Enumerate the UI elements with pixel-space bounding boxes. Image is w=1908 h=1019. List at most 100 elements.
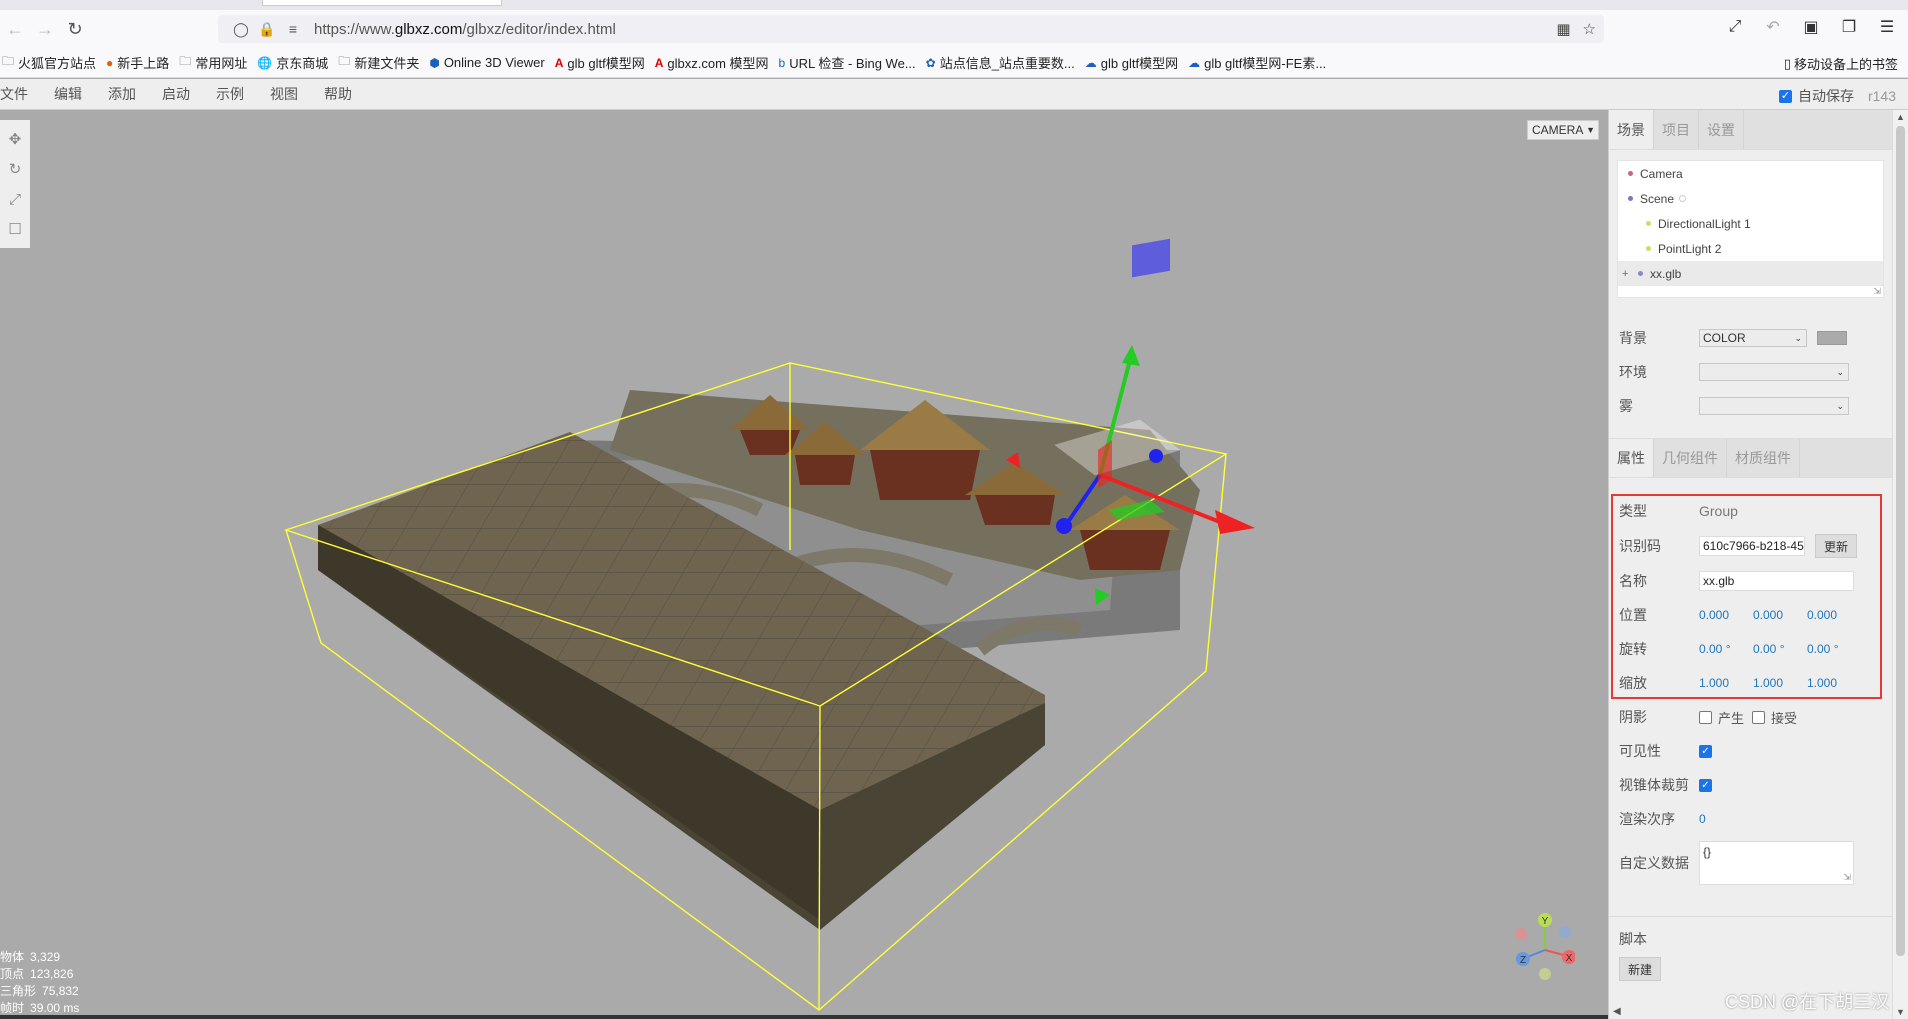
menu-file[interactable]: 文件: [0, 84, 28, 104]
script-divider: [1609, 916, 1892, 917]
screenshot-icon[interactable]: ⤢: [1722, 14, 1748, 40]
userdata-textarea[interactable]: {} ⇲: [1699, 841, 1854, 885]
scene-toggle-icon: [1679, 195, 1687, 202]
3d-viewport[interactable]: ✥ ↻ ⤢ ☐ CAMERA ▼ 物体 3,329 顶点 123,826 三角形 75…: [0, 110, 1608, 1017]
url-text[interactable]: https://www.glbxz.com/glbxz/editor/index…: [314, 21, 616, 38]
tab-scene[interactable]: 场景: [1609, 110, 1654, 149]
visible-checkbox[interactable]: ✓: [1699, 744, 1712, 758]
bookmark-item[interactable]: ⬢ Online 3D Viewer: [429, 55, 544, 70]
menu-help[interactable]: 帮助: [324, 84, 352, 104]
extensions-icon[interactable]: ❐: [1836, 14, 1862, 40]
tab-strip: [0, 0, 1908, 10]
scroll-left-icon[interactable]: ◀: [1613, 1006, 1621, 1017]
chevron-down-icon: ⌄: [1794, 332, 1802, 343]
tab-geometry[interactable]: 几何组件: [1654, 439, 1727, 477]
render-order-value[interactable]: 0: [1699, 812, 1753, 826]
bookmark-item[interactable]: Aglb gltf模型网: [555, 53, 645, 72]
menu-play[interactable]: 启动: [162, 84, 190, 104]
svg-text:X: X: [1566, 953, 1573, 964]
visible-row: 可见性 ✓: [1609, 737, 1892, 765]
scene-outliner[interactable]: Camera Scene DirectionalLight 1 PointLig…: [1617, 160, 1884, 298]
move-tool-icon[interactable]: ✥: [2, 124, 28, 154]
background-color-swatch[interactable]: [1817, 331, 1847, 345]
view-helper-gizmo[interactable]: Y X Z: [1505, 912, 1575, 982]
menu-view[interactable]: 视图: [270, 84, 298, 104]
scene-render[interactable]: [0, 110, 1608, 1017]
tab-settings[interactable]: 设置: [1699, 110, 1744, 149]
rotate-tool-icon[interactable]: ↻: [2, 154, 28, 184]
expand-icon[interactable]: +: [1622, 268, 1634, 280]
bookmark-item[interactable]: 🗀 新建文件夹: [338, 52, 419, 73]
qr-code-icon[interactable]: ▦: [1556, 20, 1570, 38]
bookmark-star-icon[interactable]: ☆: [1583, 20, 1596, 38]
back-icon[interactable]: ←: [0, 14, 30, 44]
scale-tool-icon[interactable]: ⤢: [2, 184, 28, 214]
fog-select[interactable]: ⌄: [1699, 397, 1849, 415]
menu-add[interactable]: 添加: [108, 84, 136, 104]
forward-icon[interactable]: →: [30, 14, 60, 44]
bookmark-item[interactable]: ☁ glb gltf模型网: [1085, 53, 1178, 72]
scroll-up-icon[interactable]: ▲: [1896, 112, 1905, 122]
bookmark-item[interactable]: Aglbxz.com 模型网: [655, 53, 769, 72]
bookmark-item[interactable]: 🗀 火狐官方站点: [2, 52, 96, 73]
autosave-checkbox[interactable]: ✓: [1778, 89, 1792, 103]
local-space-checkbox[interactable]: ☐: [2, 214, 28, 244]
shield-icon[interactable]: ◯: [228, 21, 254, 38]
environment-select[interactable]: ⌄: [1699, 363, 1849, 381]
horizontal-scrollbar[interactable]: [0, 1015, 1608, 1019]
svg-text:Z: Z: [1520, 955, 1526, 966]
outliner-item-directional-light[interactable]: DirectionalLight 1: [1618, 211, 1883, 236]
sidebar-tabs: 场景 项目 设置: [1609, 110, 1892, 150]
menu-examples[interactable]: 示例: [216, 84, 244, 104]
camera-select[interactable]: CAMERA ▼: [1527, 120, 1599, 140]
transform-toolbar: ✥ ↻ ⤢ ☐: [0, 120, 30, 248]
cast-shadow-checkbox[interactable]: [1699, 710, 1712, 724]
extension-dark-icon[interactable]: ▣: [1798, 14, 1824, 40]
light-dot-icon: [1646, 221, 1651, 226]
background-select[interactable]: COLOR ⌄: [1699, 329, 1807, 347]
bookmark-item[interactable]: 🗀 常用网址: [179, 52, 247, 73]
hamburger-menu-icon[interactable]: ☰: [1874, 14, 1900, 40]
outliner-item-point-light[interactable]: PointLight 2: [1618, 236, 1883, 261]
resize-grip-icon[interactable]: ⇲: [1873, 286, 1881, 297]
globe-icon: 🌐: [257, 55, 273, 70]
receive-shadow-checkbox[interactable]: [1752, 710, 1766, 724]
lock-icon[interactable]: 🔒: [254, 21, 280, 38]
mobile-icon: ▯: [1783, 55, 1791, 71]
bookmark-item[interactable]: ✿ 站点信息_站点重要数...: [926, 53, 1075, 72]
bookmark-item[interactable]: ● 新手上路: [106, 53, 169, 72]
scroll-down-icon[interactable]: ▼: [1896, 1007, 1905, 1017]
scrollbar-thumb[interactable]: [1896, 126, 1905, 956]
permissions-icon[interactable]: ≡: [280, 21, 306, 37]
active-tab[interactable]: [262, 0, 502, 6]
frustum-culled-checkbox[interactable]: ✓: [1699, 778, 1712, 792]
bookmark-item[interactable]: ☁ glb gltf模型网-FE素...: [1188, 53, 1326, 72]
bookmark-item[interactable]: b URL 检查 - Bing We...: [779, 53, 916, 72]
resize-grip-icon[interactable]: ⇲: [1843, 872, 1851, 883]
script-row: 脚本: [1619, 931, 1647, 947]
new-script-button[interactable]: 新建: [1619, 957, 1662, 981]
userdata-row: 自定义数据 {} ⇲: [1609, 840, 1892, 886]
render-stats: 物体 3,329 顶点 123,826 三角形 75,832 帧时 39.00 ms: [0, 950, 80, 1015]
reload-icon[interactable]: ↻: [60, 14, 90, 44]
object-dot-icon: [1628, 171, 1633, 176]
revision-label: r143: [1867, 88, 1896, 104]
mobile-bookmarks[interactable]: ▯ 移动设备上的书签: [1784, 54, 1898, 73]
menu-edit[interactable]: 编辑: [54, 84, 82, 104]
tab-material[interactable]: 材质组件: [1727, 439, 1800, 477]
outliner-item-camera[interactable]: Camera: [1618, 161, 1883, 186]
a-logo-icon: A: [554, 55, 564, 70]
tab-project[interactable]: 项目: [1654, 110, 1699, 149]
vertical-scrollbar[interactable]: ▲ ▼: [1892, 110, 1908, 1019]
tab-object[interactable]: 属性: [1609, 439, 1654, 477]
outliner-item-scene[interactable]: Scene: [1618, 186, 1883, 211]
mesh-dot-icon: [1638, 271, 1643, 276]
bookmark-item[interactable]: 🌐 京东商城: [257, 53, 328, 72]
url-bar[interactable]: ◯ 🔒 ≡ https://www.glbxz.com/glbxz/editor…: [218, 15, 1604, 43]
outliner-item-xx-glb[interactable]: + xx.glb: [1618, 261, 1883, 286]
bookmarks-bar: 🗀 火狐官方站点 ● 新手上路 🗀 常用网址 🌐 京东商城 🗀 新建文件夹 ⬢ Online…: [0, 48, 1908, 78]
undo-icon[interactable]: ↶: [1760, 14, 1786, 40]
autosave-toggle[interactable]: ✓ 自动保存 r143: [1778, 86, 1896, 106]
chevron-down-icon: ▼: [1586, 125, 1595, 135]
cloud-icon: ☁: [1188, 55, 1201, 70]
